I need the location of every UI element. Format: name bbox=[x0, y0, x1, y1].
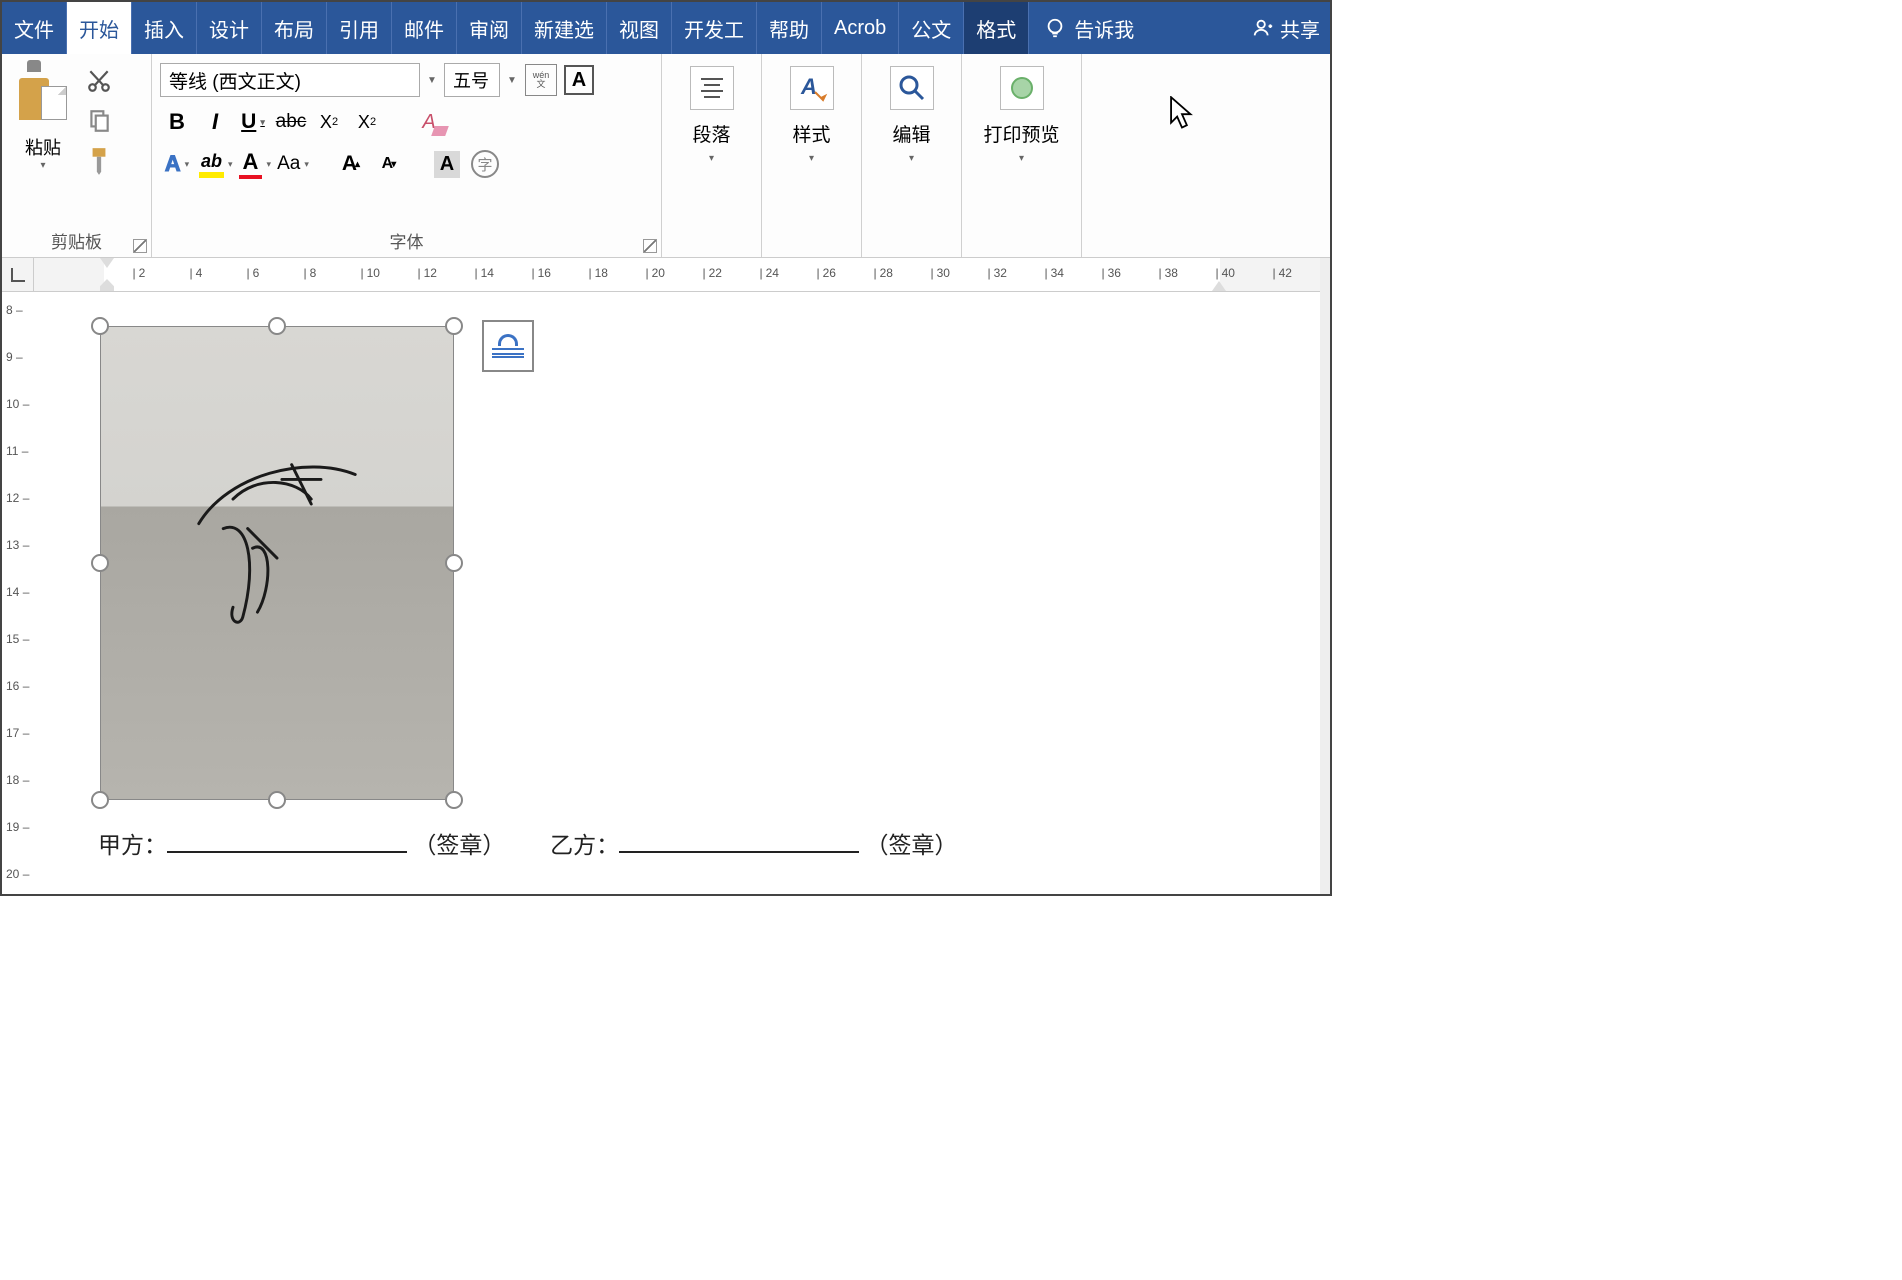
clear-format-button[interactable]: A bbox=[412, 105, 446, 139]
tell-me[interactable]: 告诉我 bbox=[1029, 2, 1149, 54]
copy-icon bbox=[86, 108, 112, 134]
resize-handle-tr[interactable] bbox=[445, 317, 463, 335]
highlight-button[interactable]: ab bbox=[198, 147, 234, 181]
phonetic-icon: wén文 bbox=[525, 64, 557, 96]
tab-format[interactable]: 格式 bbox=[964, 2, 1029, 54]
font-size-dropdown[interactable]: ▼ bbox=[504, 75, 520, 86]
resize-handle-br[interactable] bbox=[445, 791, 463, 809]
format-painter-button[interactable] bbox=[84, 146, 114, 176]
paste-button[interactable]: 粘贴 ▾ bbox=[8, 58, 78, 218]
enclose-icon: 字 bbox=[471, 150, 499, 178]
font-name-dropdown[interactable]: ▼ bbox=[424, 75, 440, 86]
clipboard-icon bbox=[19, 64, 67, 120]
editing-icon bbox=[890, 66, 934, 110]
resize-handle-bl[interactable] bbox=[91, 791, 109, 809]
tab-help[interactable]: 帮助 bbox=[757, 2, 822, 54]
char-shading-button[interactable]: A bbox=[430, 147, 464, 181]
highlight-icon: ab bbox=[199, 151, 224, 178]
party-b-label: 乙方： bbox=[550, 832, 619, 858]
tab-acrobat[interactable]: Acrob bbox=[822, 2, 899, 54]
person-add-icon bbox=[1252, 17, 1274, 39]
cut-button[interactable] bbox=[84, 66, 114, 96]
layout-options-button[interactable] bbox=[482, 320, 534, 372]
tab-home[interactable]: 开始 bbox=[67, 2, 132, 54]
signature-line: 甲方： （签章） 乙方： （签章） bbox=[98, 826, 958, 860]
bold-button[interactable]: B bbox=[160, 105, 194, 139]
clipboard-launcher[interactable] bbox=[133, 239, 147, 253]
party-b-underline bbox=[619, 831, 859, 853]
document-area[interactable]: 甲方： （签章） 乙方： （签章） bbox=[34, 292, 1330, 894]
text-effects-button[interactable]: A bbox=[160, 147, 194, 181]
paragraph-icon bbox=[690, 66, 734, 110]
tab-layout[interactable]: 布局 bbox=[262, 2, 327, 54]
group-label-clipboard: 剪贴板 bbox=[8, 224, 145, 255]
italic-button[interactable]: I bbox=[198, 105, 232, 139]
phonetic-guide-button[interactable]: wén文 bbox=[524, 63, 558, 97]
tab-references[interactable]: 引用 bbox=[327, 2, 392, 54]
group-paragraph[interactable]: 段落 ▾ bbox=[662, 54, 762, 257]
horizontal-ruler[interactable]: 24681012141618202224262830323436384042 bbox=[34, 258, 1330, 292]
tab-selector-icon bbox=[11, 268, 25, 282]
ribbon: 粘贴 ▾ 剪贴板 等线 (西文正文) ▼ 五号 ▼ wén文 A B I U bbox=[2, 54, 1330, 258]
font-color-icon: A bbox=[239, 149, 263, 179]
resize-handle-mr[interactable] bbox=[445, 554, 463, 572]
char-border-button[interactable]: A bbox=[562, 63, 596, 97]
copy-button[interactable] bbox=[84, 106, 114, 136]
superscript-button[interactable]: X2 bbox=[350, 105, 384, 139]
border-a-icon: A bbox=[564, 65, 594, 95]
resize-handle-tl[interactable] bbox=[91, 317, 109, 335]
strikethrough-button[interactable]: abc bbox=[274, 105, 308, 139]
ruler-corner[interactable] bbox=[2, 258, 34, 292]
party-b-seal: （签章） bbox=[866, 832, 958, 858]
tab-insert[interactable]: 插入 bbox=[132, 2, 197, 54]
share-button[interactable]: 共享 bbox=[1242, 2, 1330, 54]
grow-font-button[interactable]: A bbox=[334, 147, 368, 181]
group-styles[interactable]: A 样式 ▾ bbox=[762, 54, 862, 257]
party-a-label: 甲方： bbox=[98, 832, 167, 858]
signature-photo bbox=[100, 326, 454, 800]
change-case-button[interactable]: Aa bbox=[276, 147, 310, 181]
tab-gongwen[interactable]: 公文 bbox=[899, 2, 964, 54]
enclose-char-button[interactable]: 字 bbox=[468, 147, 502, 181]
tab-developer[interactable]: 开发工 bbox=[672, 2, 757, 54]
font-name-combo[interactable]: 等线 (西文正文) bbox=[160, 63, 420, 97]
font-color-button[interactable]: A bbox=[238, 147, 272, 181]
text-effects-icon: A bbox=[165, 151, 181, 177]
resize-handle-tm[interactable] bbox=[268, 317, 286, 335]
party-a-underline bbox=[167, 831, 407, 853]
group-clipboard: 粘贴 ▾ 剪贴板 bbox=[2, 54, 152, 257]
group-print-preview[interactable]: 打印预览 ▾ bbox=[962, 54, 1082, 257]
resize-handle-ml[interactable] bbox=[91, 554, 109, 572]
tab-newtab[interactable]: 新建选 bbox=[522, 2, 607, 54]
brush-icon bbox=[86, 146, 112, 176]
lightbulb-icon bbox=[1044, 17, 1066, 39]
group-label-font: 字体 bbox=[158, 224, 655, 255]
rulers: 24681012141618202224262830323436384042 8… bbox=[2, 258, 1330, 292]
scissors-icon bbox=[86, 68, 112, 94]
shrink-font-button[interactable]: A bbox=[372, 147, 406, 181]
shading-icon: A bbox=[434, 151, 460, 178]
font-launcher[interactable] bbox=[643, 239, 657, 253]
tab-design[interactable]: 设计 bbox=[197, 2, 262, 54]
tab-mailings[interactable]: 邮件 bbox=[392, 2, 457, 54]
print-preview-icon bbox=[1000, 66, 1044, 110]
group-font: 等线 (西文正文)▼ 五号▼ wén文 A B I U abc X2 X2 A … bbox=[152, 54, 662, 257]
styles-icon: A bbox=[790, 66, 834, 110]
subscript-button[interactable]: X2 bbox=[312, 105, 346, 139]
tab-review[interactable]: 审阅 bbox=[457, 2, 522, 54]
selected-image[interactable] bbox=[92, 318, 462, 808]
scrollbar-edge[interactable] bbox=[1320, 258, 1330, 894]
resize-handle-bm[interactable] bbox=[268, 791, 286, 809]
group-editing[interactable]: 编辑 ▾ bbox=[862, 54, 962, 257]
party-a-seal: （签章） bbox=[413, 832, 505, 858]
font-size-combo[interactable]: 五号 bbox=[444, 63, 500, 97]
ribbon-empty bbox=[1082, 54, 1330, 257]
tab-file[interactable]: 文件 bbox=[2, 2, 67, 54]
svg-text:A: A bbox=[800, 74, 817, 99]
layout-options-icon bbox=[492, 334, 524, 358]
underline-button[interactable]: U bbox=[236, 105, 270, 139]
ribbon-tabs: 文件 开始 插入 设计 布局 引用 邮件 审阅 新建选 视图 开发工 帮助 Ac… bbox=[2, 2, 1330, 54]
tab-view[interactable]: 视图 bbox=[607, 2, 672, 54]
